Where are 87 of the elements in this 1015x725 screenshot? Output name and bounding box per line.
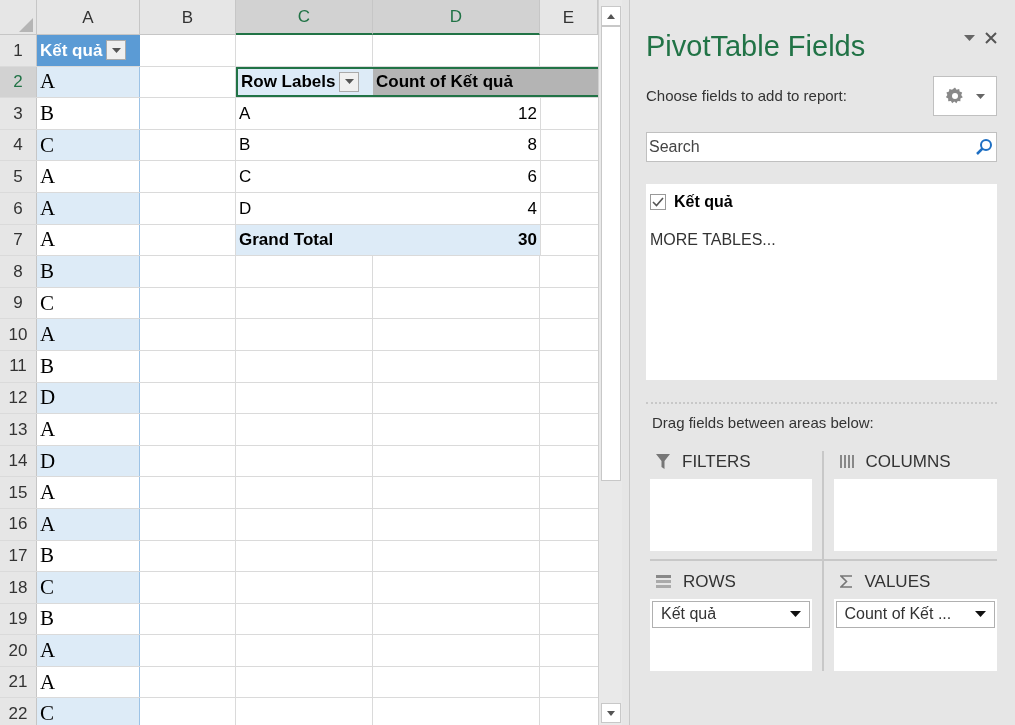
row-header[interactable]: 20 (0, 635, 37, 666)
row-header[interactable]: 11 (0, 350, 37, 382)
row-header[interactable]: 8 (0, 256, 37, 287)
row-header[interactable]: 5 (0, 161, 37, 192)
row-header[interactable]: 4 (0, 129, 37, 161)
check-icon (652, 197, 664, 207)
sigma-icon (839, 575, 853, 588)
row-header[interactable]: 3 (0, 98, 37, 129)
table-cell: D (37, 445, 140, 477)
row-header[interactable]: 19 (0, 603, 37, 635)
table-cell: A (37, 414, 140, 445)
search-icon (975, 138, 993, 156)
table-header-cell-text: Kết quả (40, 39, 103, 62)
row-header[interactable]: 1 (0, 35, 37, 66)
pivot-header-cell-text: Count of Kết quả (376, 71, 513, 94)
pivot-value-cell: 30 (373, 224, 540, 256)
row-header[interactable]: 7 (0, 224, 37, 256)
table-cell: A (37, 508, 140, 540)
checkbox[interactable] (650, 194, 666, 210)
row-header[interactable]: 6 (0, 192, 37, 224)
gear-icon (945, 87, 964, 105)
scroll-down-button[interactable] (600, 703, 621, 723)
instruction-text: Drag fields between areas below: (652, 413, 875, 433)
area-label: COLUMNS (865, 450, 951, 473)
table-cell: A (37, 66, 140, 98)
dropdown-icon (789, 611, 801, 617)
area-label: VALUES (864, 570, 931, 593)
filter-icon (656, 454, 670, 469)
settings-button[interactable] (933, 76, 997, 116)
drop-area[interactable]: Kết quả (650, 598, 812, 671)
table-cell: A (37, 161, 140, 192)
area-label: FILTERS (682, 450, 751, 473)
dropdown-icon[interactable] (964, 35, 975, 41)
table-cell: B (37, 256, 140, 287)
row-header[interactable]: 2 (0, 66, 37, 98)
field-label[interactable]: Kết quả (674, 190, 733, 214)
area-field-dropdown[interactable]: Kết quả (652, 600, 810, 628)
close-icon[interactable] (985, 32, 997, 44)
column-header[interactable]: D (373, 0, 540, 35)
area-field-dropdown[interactable]: Count of Kết ... (835, 600, 995, 628)
table-cell: B (37, 603, 140, 635)
filter-button[interactable] (106, 40, 127, 61)
column-header[interactable]: C (236, 0, 373, 35)
table-cell: A (37, 192, 140, 224)
dropdown-icon (975, 611, 986, 617)
table-cell: B (37, 540, 140, 572)
row-header[interactable]: 15 (0, 477, 37, 508)
rows-icon (656, 575, 671, 588)
drop-area[interactable]: Count of Kết ... (833, 598, 997, 671)
table-cell: C (37, 287, 140, 319)
up-arrow-icon (606, 13, 615, 19)
table-cell: C (37, 572, 140, 603)
table-cell: A (37, 666, 140, 698)
instruction-text: Choose fields to add to report: (646, 85, 847, 106)
panel-title: PivotTable Fields (646, 29, 866, 64)
row-header[interactable]: 14 (0, 445, 37, 477)
table-cell: C (37, 129, 140, 161)
table-cell: C (37, 698, 140, 725)
table-cell: A (37, 477, 140, 508)
row-header[interactable]: 22 (0, 698, 37, 725)
row-header[interactable]: 21 (0, 666, 37, 698)
row-header[interactable]: 16 (0, 508, 37, 540)
filter-button[interactable] (339, 71, 360, 92)
row-header[interactable]: 9 (0, 287, 37, 319)
table-cell: D (37, 382, 140, 414)
more-tables-link[interactable]: MORE TABLES... (650, 228, 993, 252)
dropdown-icon (975, 93, 985, 99)
scrollbar-thumb[interactable] (600, 26, 621, 481)
row-header[interactable]: 10 (0, 319, 37, 350)
row-header[interactable]: 18 (0, 572, 37, 603)
search-field[interactable]: Search (646, 132, 997, 162)
row-header[interactable]: 17 (0, 540, 37, 572)
table-cell: B (37, 98, 140, 129)
dropdown-icon (344, 79, 354, 85)
table-cell: A (37, 635, 140, 666)
scroll-up-button[interactable] (600, 6, 621, 26)
area-label: ROWS (683, 570, 736, 593)
row-header[interactable]: 12 (0, 382, 37, 414)
pivot-row-label: Grand Total (236, 224, 373, 256)
table-cell: B (37, 350, 140, 382)
dropdown-icon (111, 47, 121, 53)
table-cell: A (37, 319, 140, 350)
columns-icon (839, 455, 854, 468)
pivot-header-cell-text: Row Labels (241, 71, 336, 94)
row-header[interactable]: 13 (0, 414, 37, 445)
down-arrow-icon (606, 710, 615, 716)
table-cell: A (37, 224, 140, 256)
